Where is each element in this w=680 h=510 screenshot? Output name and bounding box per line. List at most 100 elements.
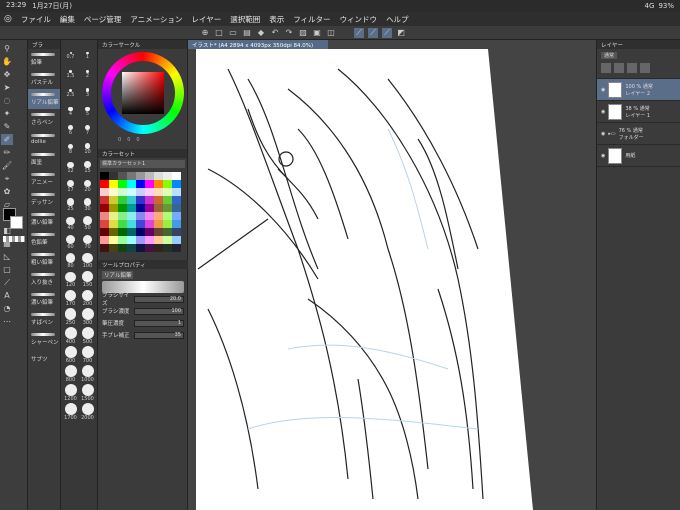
blend-mode-select[interactable]: 通常 [601,51,618,59]
palette-swatch[interactable] [109,172,118,180]
subtool-item[interactable]: 濃い鉛筆 [28,289,60,309]
pressure-slider[interactable]: 1 [134,319,184,327]
new-icon[interactable]: □ [214,28,224,38]
palette-swatch[interactable] [136,220,145,228]
palette-swatch[interactable] [145,220,154,228]
brush-size-option[interactable]: 17 [62,175,79,193]
redo-icon[interactable]: ↷ [284,28,294,38]
palette-swatch[interactable] [154,228,163,236]
palette-swatch[interactable] [154,220,163,228]
color-palette[interactable] [98,170,187,254]
brush-size-option[interactable]: 1500 [79,384,96,402]
palette-swatch[interactable] [154,236,163,244]
palette-swatch[interactable] [136,188,145,196]
drawing-canvas[interactable] [188,49,596,510]
balloon-icon[interactable]: ◔ [1,303,13,314]
palette-swatch[interactable] [118,180,127,188]
brush-size-option[interactable]: 1 [79,42,96,60]
palette-swatch[interactable] [136,236,145,244]
palette-swatch[interactable] [154,172,163,180]
hand-icon[interactable]: ✋ [1,56,13,67]
palette-swatch[interactable] [154,188,163,196]
palette-swatch[interactable] [145,244,154,252]
palette-swatch[interactable] [127,244,136,252]
new-layer-icon[interactable] [601,63,611,73]
palette-swatch[interactable] [109,188,118,196]
palette-swatch[interactable] [127,188,136,196]
brush-size-option[interactable]: 800 [62,365,79,383]
document-tab[interactable]: イラスト* (A4 2894 x 4093px 350dpi 84.0%) [188,40,328,49]
sub-color-swatch[interactable] [10,216,23,229]
brush-size-option[interactable]: 10 [79,137,96,155]
eye-icon[interactable]: ◉ [601,87,605,93]
palette-swatch[interactable] [127,212,136,220]
palette-swatch[interactable] [109,204,118,212]
palette-swatch[interactable] [136,212,145,220]
palette-swatch[interactable] [118,196,127,204]
new-folder-icon[interactable] [614,63,624,73]
figure-icon[interactable]: ◺ [1,251,13,262]
brush-size-option[interactable]: 400 [62,327,79,345]
palette-swatch[interactable] [172,172,181,180]
palette-swatch[interactable] [118,236,127,244]
deco-icon[interactable]: ✿ [1,186,13,197]
palette-swatch[interactable] [172,244,181,252]
brush-size-option[interactable]: 50 [79,213,96,231]
menu-edit[interactable]: 編集 [60,14,75,25]
brush-size-option[interactable]: 1700 [62,403,79,421]
brush-icon[interactable]: 🖌 [1,160,13,171]
brush-size-option[interactable]: 100 [79,251,96,269]
palette-swatch[interactable] [100,228,109,236]
palette-swatch[interactable] [118,172,127,180]
subtool-item[interactable]: 濃い鉛筆 [28,209,60,229]
palette-swatch[interactable] [118,244,127,252]
palette-swatch[interactable] [127,204,136,212]
subtool-item[interactable]: シャーペン [28,329,60,349]
correct-icon[interactable]: ⋯ [1,316,13,327]
brush-size-option[interactable]: 80 [62,251,79,269]
palette-swatch[interactable] [109,212,118,220]
save-icon[interactable]: ▤ [242,28,252,38]
brush-size-option[interactable]: 1000 [79,365,96,383]
ruler2-icon[interactable]: ⟋ [368,27,378,38]
subtool-item[interactable]: 鉛筆 [28,49,60,69]
stabilize-slider[interactable]: 35 [134,331,184,339]
palette-swatch[interactable] [163,228,172,236]
menu-help[interactable]: ヘルプ [386,14,409,25]
palette-swatch[interactable] [127,172,136,180]
mask-icon[interactable] [627,63,637,73]
palette-swatch[interactable] [163,220,172,228]
palette-swatch[interactable] [163,236,172,244]
delete-layer-icon[interactable] [640,63,650,73]
subtool-item[interactable]: さらペン [28,109,60,129]
menu-window[interactable]: ウィンドウ [340,14,378,25]
color-set-select[interactable]: 標準カラーセット1 [100,160,185,168]
palette-swatch[interactable] [100,244,109,252]
eye-icon[interactable]: ◉ [601,153,605,159]
frame-icon[interactable]: ▢ [1,264,13,275]
transform-icon[interactable]: ◫ [326,28,336,38]
subtool-item[interactable]: パステル [28,69,60,89]
palette-swatch[interactable] [100,236,109,244]
menu-layer[interactable]: レイヤー [191,14,221,25]
palette-swatch[interactable] [118,212,127,220]
menu-filter[interactable]: フィルター [293,14,330,25]
brush-size-option[interactable]: 8 [62,137,79,155]
palette-swatch[interactable] [100,212,109,220]
brush-size-option[interactable]: 0.7 [62,42,79,60]
palette-swatch[interactable] [163,172,172,180]
palette-swatch[interactable] [145,228,154,236]
clear-icon[interactable]: ▨ [298,28,308,38]
fill-icon[interactable]: ▣ [312,28,322,38]
color-wheel[interactable] [101,52,184,134]
palette-swatch[interactable] [145,196,154,204]
undo-icon[interactable]: ↶ [270,28,280,38]
palette-swatch[interactable] [127,228,136,236]
palette-swatch[interactable] [136,180,145,188]
eye-icon[interactable]: ◉ [601,109,605,115]
brush-size-option[interactable]: 60 [62,232,79,250]
menu-animation[interactable]: アニメーション [130,14,182,25]
palette-swatch[interactable] [154,204,163,212]
subtool-item[interactable]: 粗い鉛筆 [28,249,60,269]
text-icon[interactable]: A [1,290,13,301]
